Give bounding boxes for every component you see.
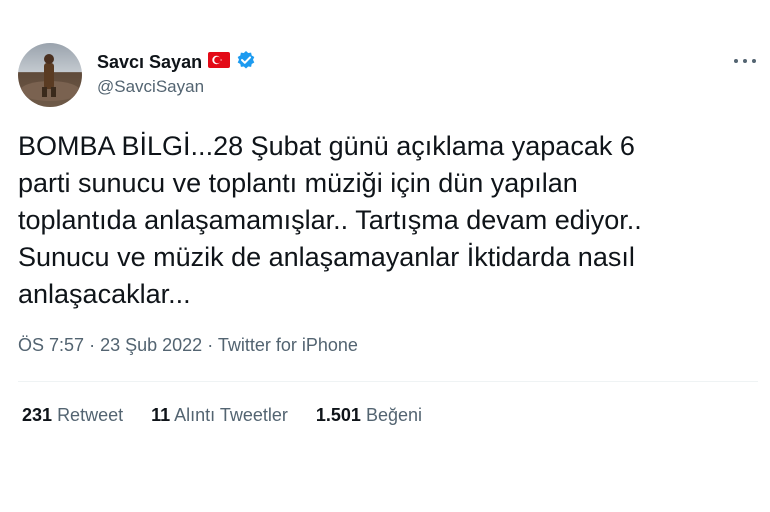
tweet-time[interactable]: ÖS 7:57 — [18, 335, 84, 355]
tweet-date[interactable]: 23 Şub 2022 — [100, 335, 202, 355]
avatar-photo — [20, 54, 80, 101]
tweet-text: BOMBA BİLGİ...28 Şubat günü açıklama yap… — [18, 131, 642, 309]
likes-count: 1.501 — [315, 405, 361, 425]
more-dot — [752, 59, 756, 63]
quotes-count: 11 — [151, 405, 171, 425]
name-row: Savcı Sayan — [97, 50, 256, 75]
more-options-icon[interactable] — [734, 52, 756, 70]
divider — [18, 381, 758, 382]
tweet-meta: ÖS 7:57 · 23 Şub 2022 · Twitter for iPho… — [18, 335, 358, 356]
tweet-stats: 231 Retweet 11 Alıntı Tweetler 1.501 Beğ… — [22, 405, 422, 426]
user-handle[interactable]: @SavciSayan — [97, 77, 204, 97]
quotes-stat[interactable]: 11 Alıntı Tweetler — [151, 405, 288, 426]
tweet-source[interactable]: Twitter for iPhone — [218, 335, 358, 355]
more-dot — [743, 59, 747, 63]
avatar[interactable] — [18, 43, 82, 107]
likes-stat[interactable]: 1.501 Beğeni — [316, 405, 422, 426]
verified-badge-icon — [236, 50, 256, 75]
more-dot — [734, 59, 738, 63]
turkey-flag-icon — [208, 52, 231, 73]
meta-separator: · — [89, 335, 96, 355]
retweets-stat[interactable]: 231 Retweet — [22, 405, 123, 426]
display-name[interactable]: Savcı Sayan — [97, 52, 202, 73]
retweets-count: 231 — [22, 405, 53, 425]
likes-label: Beğeni — [365, 405, 423, 425]
quotes-label: Alıntı Tweetler — [174, 405, 288, 425]
retweets-label: Retweet — [57, 405, 124, 425]
meta-separator: · — [207, 335, 214, 355]
